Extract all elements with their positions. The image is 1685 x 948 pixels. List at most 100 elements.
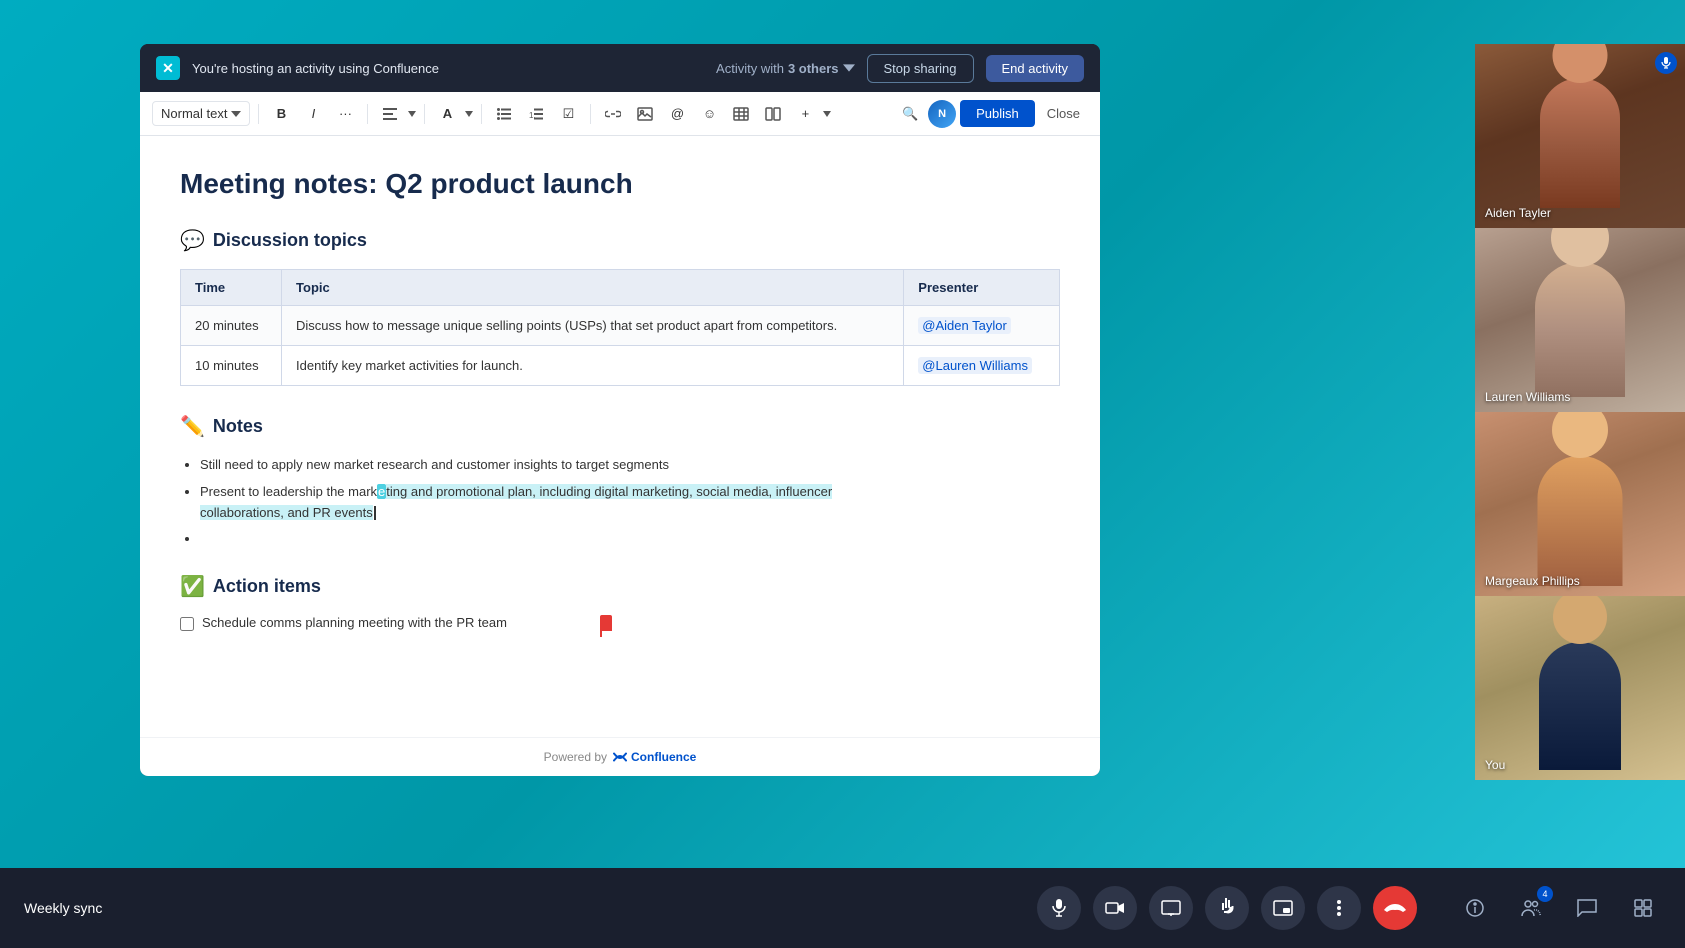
video-tile-aiden: Aiden Tayler	[1475, 44, 1685, 228]
note-2-text: Present to leadership the marketing and …	[200, 484, 832, 520]
video-tile-lauren: Lauren Williams	[1475, 228, 1685, 412]
table-cell-time-1: 20 minutes	[181, 306, 282, 346]
mic-button[interactable]	[1037, 886, 1081, 930]
mention-lauren[interactable]: @Lauren Williams	[918, 357, 1032, 374]
text-color-button[interactable]: A	[433, 100, 461, 128]
pip-button[interactable]	[1261, 886, 1305, 930]
activity-with-button[interactable]: Activity with 3 others	[716, 61, 854, 76]
bold-button[interactable]: B	[267, 100, 295, 128]
powered-by-footer: Powered by Confluence	[140, 737, 1100, 776]
checkbox-input[interactable]	[180, 617, 194, 631]
you-name: You	[1485, 758, 1505, 772]
activity-bar: ✕ You're hosting an activity using Confl…	[140, 44, 1100, 92]
more-options-icon	[1337, 900, 1341, 916]
align-button[interactable]	[376, 100, 404, 128]
margeaux-name: Margeaux Phillips	[1485, 574, 1580, 588]
pip-icon	[1273, 900, 1293, 916]
stop-sharing-button[interactable]: Stop sharing	[867, 54, 974, 83]
camera-button[interactable]	[1093, 886, 1137, 930]
checkbox-item: Schedule comms planning meeting with the…	[180, 615, 1060, 631]
discussion-section: 💬 Discussion topics Time Topic Presenter…	[180, 228, 1060, 386]
more-plus-button[interactable]: +	[791, 100, 819, 128]
people-icon	[1521, 899, 1541, 917]
publish-button[interactable]: Publish	[960, 100, 1035, 127]
end-call-icon	[1384, 903, 1406, 913]
confluence-brand-text: Confluence	[631, 750, 696, 764]
action-items-section: ✅ Action items Schedule comms planning m…	[180, 574, 1060, 631]
bullet-list-button[interactable]	[490, 100, 518, 128]
italic-button[interactable]: I	[299, 100, 327, 128]
notes-heading-text: Notes	[213, 416, 263, 437]
end-activity-button[interactable]: End activity	[986, 55, 1084, 82]
chat-button[interactable]	[1569, 890, 1605, 926]
text-style-select[interactable]: Normal text	[152, 101, 250, 126]
table-header-topic: Topic	[282, 270, 904, 306]
selected-text: ting and promotional plan, including dig…	[200, 484, 832, 520]
link-button[interactable]	[599, 100, 627, 128]
info-icon	[1466, 899, 1484, 917]
activity-with-label: Activity with	[716, 61, 784, 76]
confluence-logo-footer: Confluence	[613, 750, 696, 764]
user-avatar: N	[928, 100, 956, 128]
info-button[interactable]	[1457, 890, 1493, 926]
call-bar: Weekly sync	[0, 868, 1685, 948]
call-controls	[1037, 886, 1417, 930]
toolbar-divider-1	[258, 104, 259, 124]
screen-share-button[interactable]	[1149, 886, 1193, 930]
layout-icon	[765, 107, 781, 121]
list-item	[200, 529, 1060, 550]
end-call-button[interactable]	[1373, 886, 1417, 930]
confluence-logo: ✕	[156, 56, 180, 80]
image-icon	[637, 107, 653, 121]
table-header-presenter: Presenter	[904, 270, 1060, 306]
user-cursor-flag	[600, 615, 612, 631]
text-style-label: Normal text	[161, 106, 227, 121]
mic-active-icon	[1661, 57, 1671, 69]
text-color-label: A	[443, 106, 452, 121]
align-icon	[383, 108, 397, 120]
search-button[interactable]: 🔍	[896, 100, 924, 128]
raise-hand-button[interactable]	[1205, 886, 1249, 930]
table-cell-time-2: 10 minutes	[181, 346, 282, 386]
mic-button-icon	[1051, 899, 1067, 917]
close-button[interactable]: Close	[1039, 100, 1088, 127]
main-editor-container: ✕ You're hosting an activity using Confl…	[140, 44, 1100, 776]
others-count: 3 others	[788, 61, 839, 76]
text-color-chevron-icon	[465, 111, 473, 117]
notes-section: ✏️ Notes Still need to apply new market …	[180, 414, 1060, 550]
discussion-heading-text: Discussion topics	[213, 230, 367, 251]
more-options-button[interactable]	[1317, 886, 1361, 930]
layout-button[interactable]	[759, 100, 787, 128]
notes-icon: ✏️	[180, 414, 205, 439]
list-item: Present to leadership the marketing and …	[200, 482, 1060, 524]
emoji-button[interactable]: ☺	[695, 100, 723, 128]
people-button[interactable]: 4	[1513, 890, 1549, 926]
image-button[interactable]	[631, 100, 659, 128]
raise-hand-icon	[1219, 898, 1235, 918]
cursor-highlight: e	[377, 484, 386, 499]
editor-toolbar: Normal text B I ··· A 1.	[140, 92, 1100, 136]
action-items-icon: ✅	[180, 574, 205, 599]
people-badge: 4	[1537, 886, 1553, 902]
table-cell-topic-1: Discuss how to message unique selling po…	[282, 306, 904, 346]
aiden-mic-icon	[1655, 52, 1677, 74]
video-tile-you: You	[1475, 596, 1685, 780]
link-icon	[605, 109, 621, 119]
editor-content: Meeting notes: Q2 product launch 💬 Discu…	[140, 136, 1100, 737]
aiden-name: Aiden Tayler	[1485, 206, 1551, 220]
screen-share-icon	[1161, 900, 1181, 916]
discussion-icon: 💬	[180, 228, 205, 253]
hosting-text: You're hosting an activity using Conflue…	[192, 61, 704, 76]
action-items-heading: ✅ Action items	[180, 574, 1060, 599]
grid-view-button[interactable]	[1625, 890, 1661, 926]
confluence-logo-icon	[613, 750, 627, 764]
checklist-button[interactable]: ☑	[554, 100, 582, 128]
discussion-heading: 💬 Discussion topics	[180, 228, 1060, 253]
mention-button[interactable]: @	[663, 100, 691, 128]
text-style-chevron-icon	[231, 111, 241, 117]
table-button[interactable]	[727, 100, 755, 128]
numbered-list-button[interactable]: 1.	[522, 100, 550, 128]
call-right-controls: 4	[1417, 890, 1661, 926]
more-formatting-button[interactable]: ···	[331, 100, 359, 128]
mention-aiden[interactable]: @Aiden Taylor	[918, 317, 1011, 334]
